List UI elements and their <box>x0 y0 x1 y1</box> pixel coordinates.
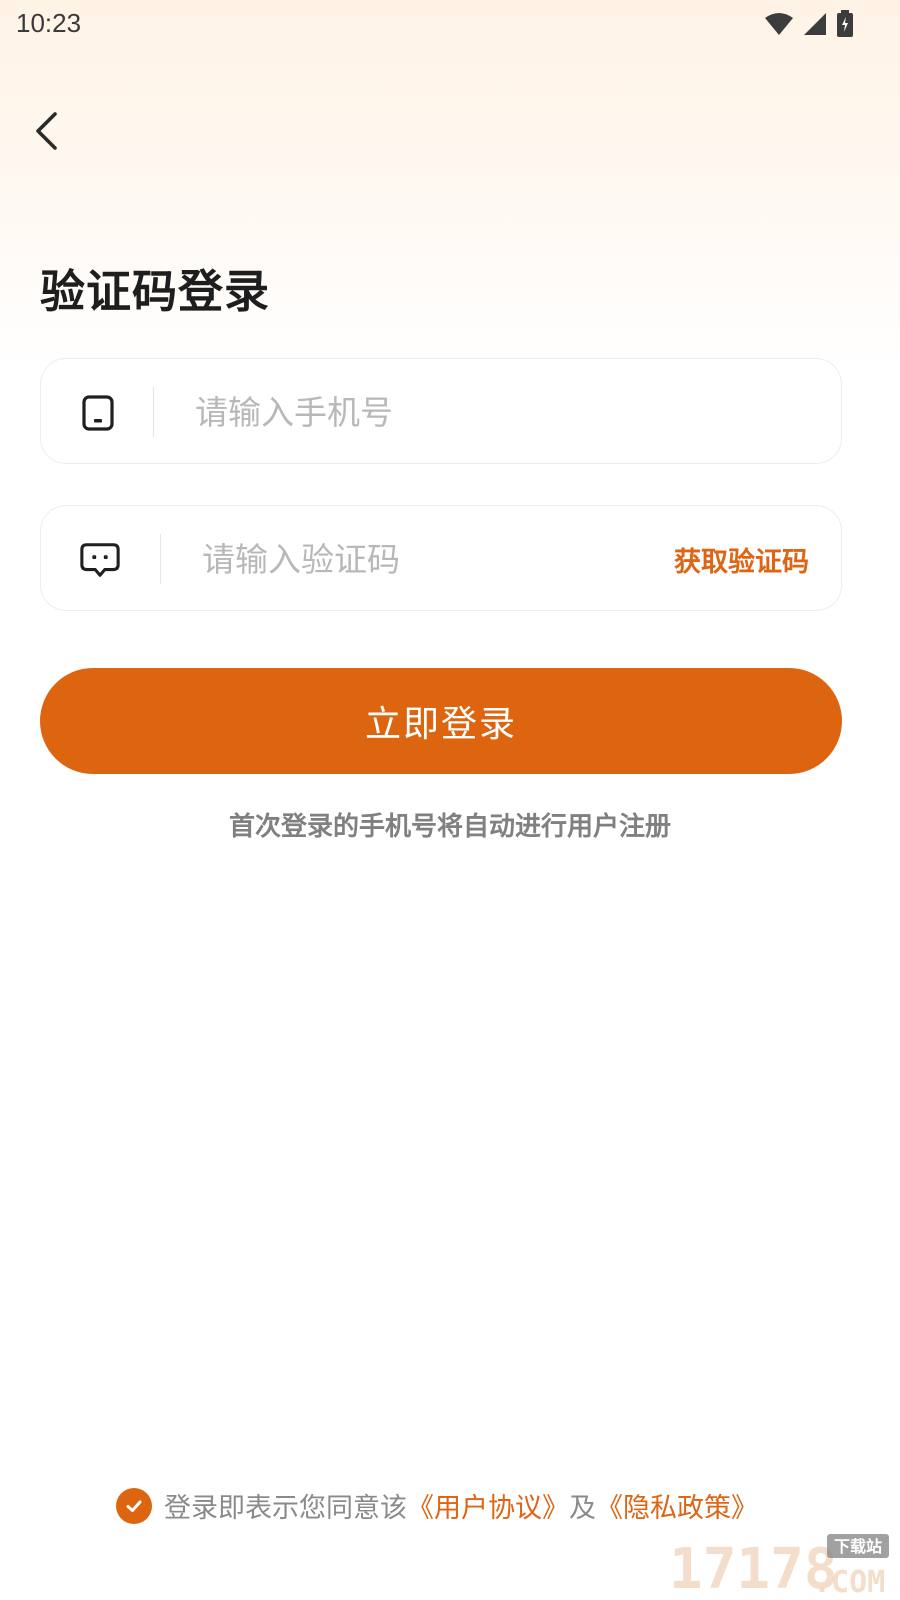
phone-icon <box>82 395 114 431</box>
battery-icon <box>837 10 853 37</box>
code-divider <box>160 534 161 584</box>
user-agreement-link[interactable]: 《用户协议》 <box>407 1486 569 1525</box>
watermark-logo: 17178 下载站 .COM <box>669 1534 889 1596</box>
status-bar: 10:23 <box>0 0 900 50</box>
phone-input-card <box>40 358 842 464</box>
status-time: 10:23 <box>16 8 82 38</box>
status-icons <box>764 10 854 38</box>
agreement-row: 登录即表示您同意该 《用户协议》 及 《隐私政策》 <box>116 1486 758 1525</box>
login-button[interactable]: 立即登录 <box>40 668 842 774</box>
get-code-button[interactable]: 获取验证码 <box>674 540 809 579</box>
wifi-icon <box>765 13 793 35</box>
code-input-card: 获取验证码 <box>40 505 842 611</box>
register-note: 首次登录的手机号将自动进行用户注册 <box>228 812 671 842</box>
phone-field-icon <box>77 392 119 434</box>
code-field-icon <box>79 539 121 581</box>
agreement-conjunction: 及 <box>569 1493 596 1524</box>
watermark-domain: .COM <box>813 1565 885 1596</box>
chevron-left-icon <box>36 112 57 150</box>
watermark-site: 下载站 <box>834 1537 882 1556</box>
agreement-checkbox[interactable] <box>116 1487 152 1524</box>
phone-divider <box>153 387 154 437</box>
back-button[interactable] <box>26 108 66 154</box>
check-icon <box>126 1500 142 1512</box>
privacy-policy-link[interactable]: 《隐私政策》 <box>596 1486 758 1525</box>
signal-icon <box>804 13 826 35</box>
message-icon <box>80 543 120 577</box>
code-input[interactable] <box>202 528 642 590</box>
page-title: 验证码登录 <box>40 265 271 318</box>
phone-input[interactable] <box>195 381 795 443</box>
agreement-prefix: 登录即表示您同意该 <box>164 1493 407 1524</box>
